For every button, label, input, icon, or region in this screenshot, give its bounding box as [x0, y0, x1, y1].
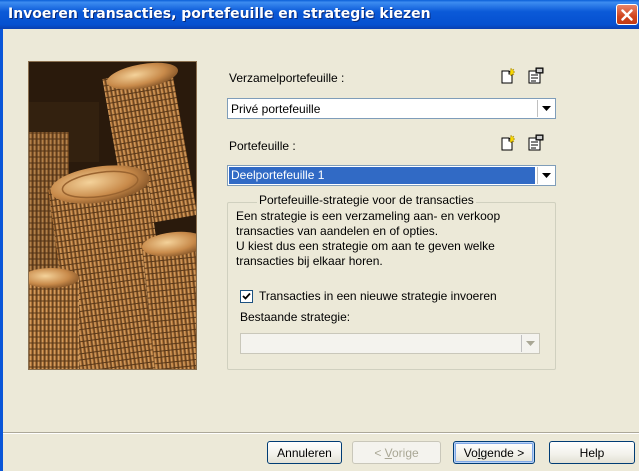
collection-portfolio-label: Verzamelportefeuille : [229, 71, 345, 85]
properties-icon [528, 67, 544, 84]
collection-dropdown-button[interactable] [537, 100, 554, 117]
cancel-button[interactable]: Annuleren [267, 441, 342, 464]
coins-image [28, 61, 197, 370]
new-strategy-checkbox[interactable] [240, 290, 253, 303]
description-line: Een strategie is een verzameling aan- en… [236, 209, 501, 223]
portfolio-dropdown-button[interactable] [537, 167, 554, 184]
check-icon [242, 292, 251, 300]
portfolio-select[interactable]: Deelportefeuille 1 [227, 165, 556, 186]
existing-strategy-label: Bestaande strategie: [240, 310, 351, 324]
portfolio-value: Deelportefeuille 1 [229, 167, 535, 184]
existing-strategy-dropdown-button[interactable] [521, 335, 538, 352]
collection-properties-button[interactable] [527, 67, 545, 85]
close-button[interactable] [616, 4, 638, 25]
window-frame [0, 29, 3, 471]
help-button-label: Help [579, 445, 605, 460]
portfolio-properties-button[interactable] [527, 134, 545, 152]
title-bar[interactable]: Invoeren transacties, portefeuille en st… [0, 0, 639, 29]
collection-portfolio-select[interactable]: Privé portefeuille [227, 98, 556, 119]
strategy-description: Een strategie is een verzameling aan- en… [236, 209, 546, 269]
next-button-label: Volgende > [463, 445, 525, 460]
cancel-button-label: Annuleren [277, 445, 332, 460]
chevron-down-icon [541, 173, 551, 178]
new-collection-button[interactable] [498, 67, 516, 85]
back-button-label: < Vorige [374, 445, 419, 460]
new-portfolio-button[interactable] [498, 134, 516, 152]
portfolio-label: Portefeuille : [229, 139, 296, 153]
existing-strategy-select[interactable] [240, 333, 540, 354]
footer-separator-highlight [3, 433, 639, 434]
close-icon [621, 8, 633, 21]
window-title: Invoeren transacties, portefeuille en st… [8, 6, 431, 22]
properties-icon [528, 134, 544, 151]
help-button[interactable]: Help [549, 441, 635, 464]
back-button[interactable]: < Vorige [352, 441, 441, 464]
next-button[interactable]: Volgende > [453, 441, 535, 464]
description-line: transacties van aandelen en of opties. [236, 224, 439, 238]
description-line: U kiest dus een strategie om aan te geve… [236, 239, 495, 253]
description-line: transacties bij elkaar horen. [236, 254, 383, 268]
chevron-down-icon [525, 341, 535, 346]
strategy-group-title: Portefeuille-strategie voor de transacti… [257, 193, 476, 207]
new-strategy-checkbox-label[interactable]: Transacties in een nieuwe strategie invo… [259, 289, 497, 303]
new-document-icon [501, 67, 516, 84]
new-document-icon [501, 134, 516, 151]
collection-portfolio-value: Privé portefeuille [231, 102, 321, 116]
chevron-down-icon [541, 106, 551, 111]
